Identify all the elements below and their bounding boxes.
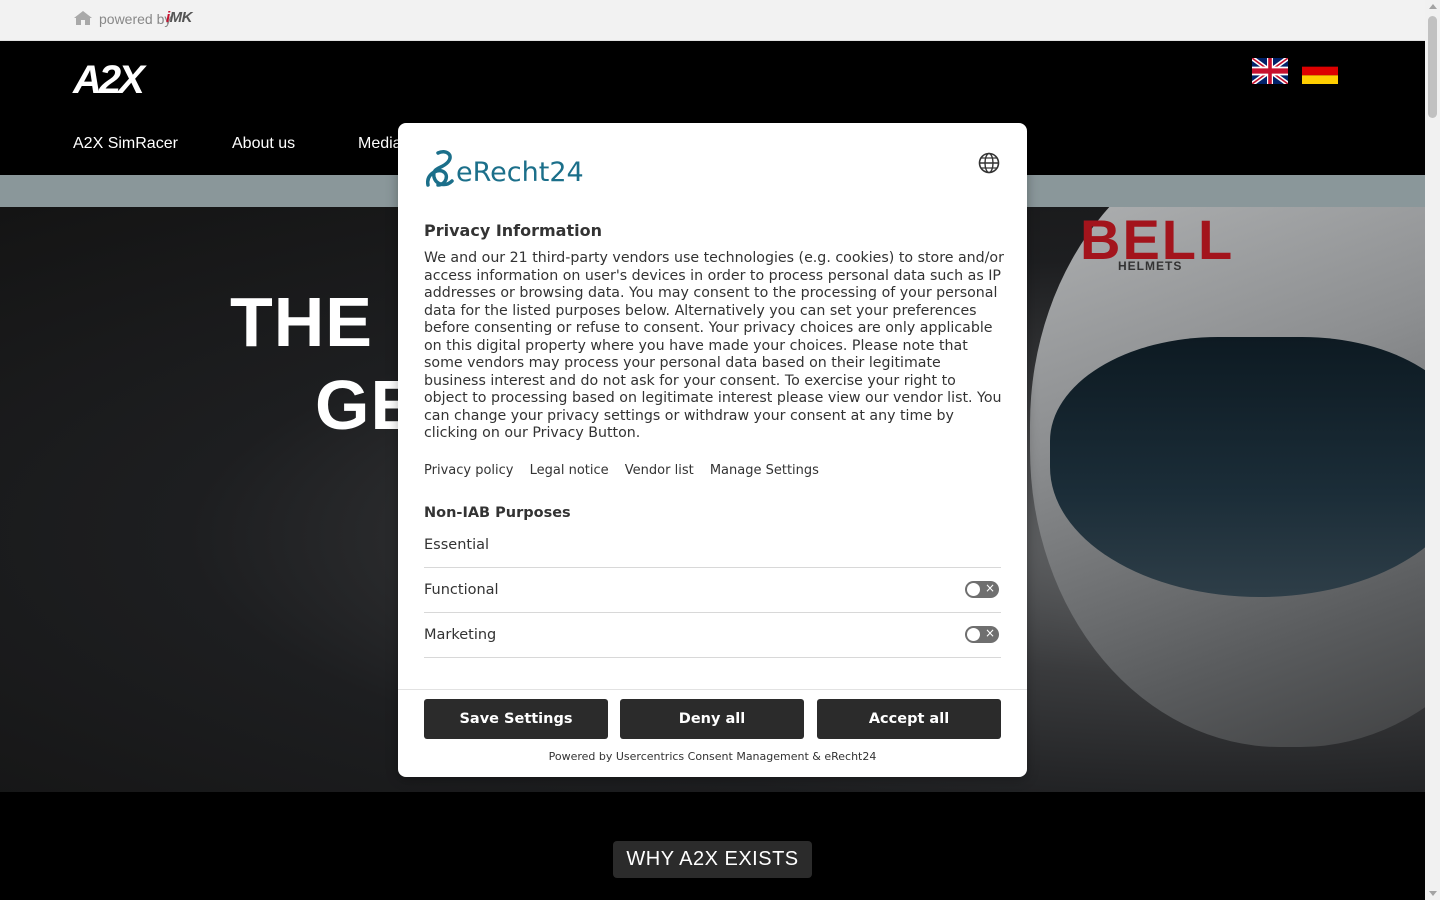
purpose-label: Essential <box>424 537 490 553</box>
scrollbar-thumb[interactable] <box>1428 16 1437 118</box>
purpose-label: Marketing <box>424 627 497 643</box>
close-icon: × <box>984 581 995 595</box>
footer-divider <box>398 689 1027 690</box>
save-settings-button[interactable]: Save Settings <box>424 699 608 739</box>
purpose-label: Functional <box>424 582 499 598</box>
deny-all-button[interactable]: Deny all <box>620 699 804 739</box>
dialog-description: We and our 21 third-party vendors use te… <box>424 250 1004 441</box>
purpose-row-marketing: Marketing × <box>424 613 1001 658</box>
accept-all-button[interactable]: Accept all <box>817 699 1001 739</box>
toggle-knob <box>967 583 980 596</box>
scroll-down-arrow-icon[interactable] <box>1429 891 1437 896</box>
language-globe-icon[interactable] <box>978 152 1000 174</box>
marketing-toggle[interactable]: × <box>965 626 999 643</box>
close-icon: × <box>984 626 995 640</box>
legal-notice-link[interactable]: Legal notice <box>530 463 609 478</box>
manage-settings-link[interactable]: Manage Settings <box>710 463 819 478</box>
consent-links: Privacy policy Legal notice Vendor list … <box>424 463 831 478</box>
purpose-row-functional: Functional × <box>424 568 1001 613</box>
dialog-title: Privacy Information <box>424 221 602 240</box>
scroll-up-arrow-icon[interactable] <box>1429 4 1437 9</box>
page: powered by iMK A2X A2X SimRacer About us… <box>0 0 1425 900</box>
purposes-section-title: Non-IAB Purposes <box>424 505 571 521</box>
functional-toggle[interactable]: × <box>965 581 999 598</box>
page-scrollbar[interactable] <box>1425 0 1440 900</box>
erecht24-brand: eRecht24 <box>456 157 584 188</box>
erecht24-logo: eRecht24 <box>424 149 584 189</box>
consent-dialog: eRecht24 Privacy Information We and our … <box>398 123 1027 777</box>
vendor-list-link[interactable]: Vendor list <box>625 463 694 478</box>
erecht24-logo-icon <box>426 149 454 187</box>
privacy-policy-link[interactable]: Privacy policy <box>424 463 513 478</box>
toggle-knob <box>967 628 980 641</box>
purpose-row-essential: Essential <box>424 523 1001 568</box>
powered-by-usercentrics: Powered by Usercentrics Consent Manageme… <box>548 750 877 763</box>
